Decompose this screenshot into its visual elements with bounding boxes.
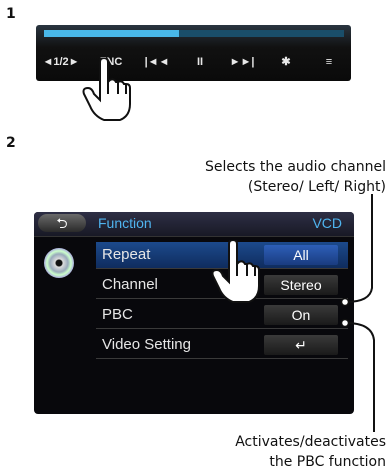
callout-pbc-line1: Activates/deactivates	[235, 434, 386, 450]
callout-pbc-line2: the PBC function	[269, 454, 386, 470]
callout-pbc-function: Activates/deactivates the PBC function	[235, 432, 386, 472]
callout-leader-lines	[340, 194, 375, 432]
